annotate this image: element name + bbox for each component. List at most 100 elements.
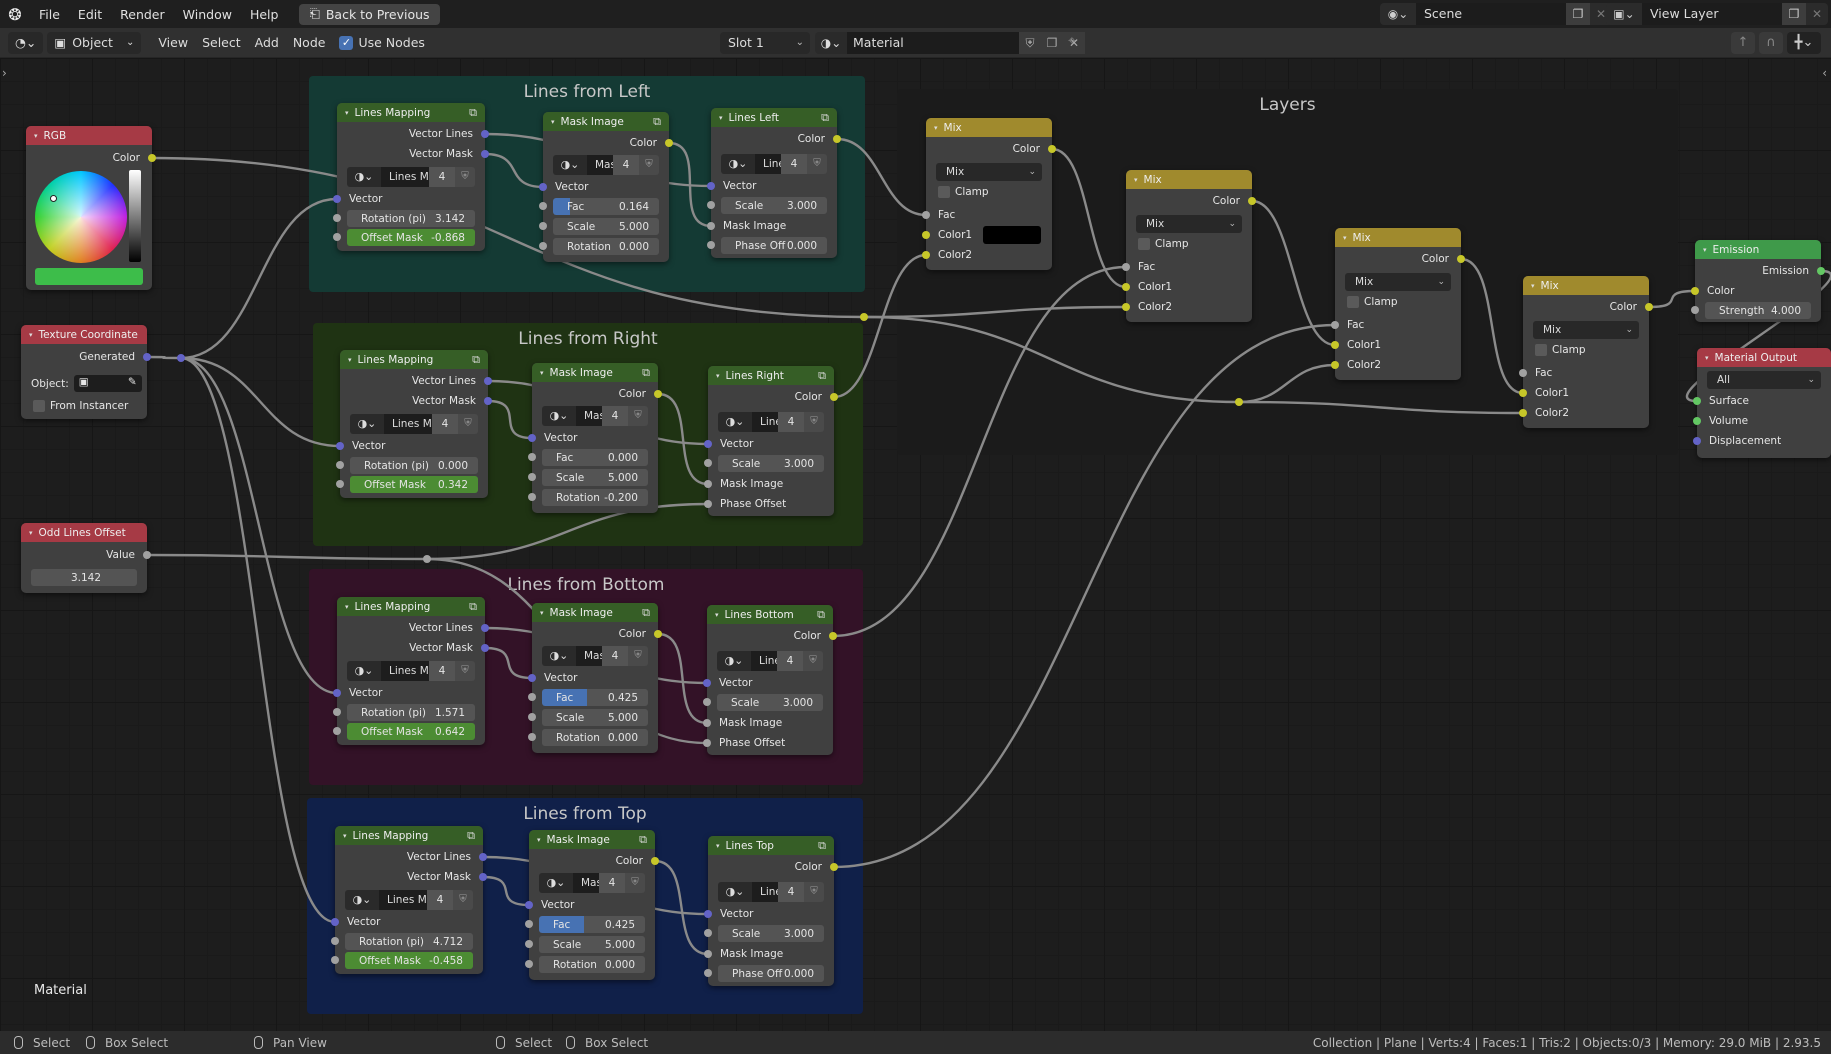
delete-view-layer-icon[interactable]: ✕ — [1806, 7, 1828, 21]
socket-vector-lines[interactable] — [479, 853, 487, 861]
rotation-field[interactable]: Rotation (pi) 0.000 — [350, 457, 478, 474]
node-header[interactable]: ▾ Mask Image ⧉ — [543, 112, 669, 131]
menu-window[interactable]: Window — [174, 7, 241, 22]
node-header[interactable]: ▾ Lines Bottom ⧉ — [707, 605, 833, 624]
scale-field[interactable]: Scale 5.000 — [553, 218, 659, 235]
node-group-icon[interactable]: ⧉ — [472, 353, 480, 367]
node-header[interactable]: ▾ Mix — [926, 118, 1052, 137]
fake-user-shield-icon[interactable]: ⛨ — [628, 646, 648, 666]
fake-user-shield-icon[interactable]: ⛨ — [455, 661, 475, 681]
user-count[interactable]: 4 — [602, 406, 628, 426]
socket-color1[interactable] — [922, 231, 930, 239]
menu-view[interactable]: View — [151, 32, 195, 54]
reroute-node[interactable] — [860, 313, 868, 321]
editor-type-dropdown[interactable]: ◔⌄ — [8, 31, 44, 54]
reroute-node[interactable] — [423, 555, 431, 563]
node-header[interactable]: ▾ Odd Lines Offset — [21, 523, 147, 542]
collapse-triangle-icon[interactable]: ▾ — [1134, 176, 1138, 184]
user-count[interactable]: 4 — [781, 154, 807, 174]
offset-mask-field[interactable]: Offset Mask 0.342 — [350, 476, 478, 493]
duplicate-scene-icon[interactable]: ❐ — [1566, 3, 1590, 25]
collapse-triangle-icon[interactable]: ▾ — [29, 331, 33, 339]
use-nodes-toggle[interactable]: ✓ Use Nodes — [332, 32, 431, 54]
blend-type-dropdown[interactable]: Mix ⌄ — [1533, 321, 1639, 339]
node-tree-icon[interactable]: ◑⌄ — [721, 154, 755, 174]
scale-field[interactable]: Scale 5.000 — [542, 709, 648, 726]
mix-node[interactable]: ▾ Mix Color Mix ⌄ Clamp Fac Color1 Color2 — [1122, 170, 1256, 322]
socket-color[interactable] — [665, 139, 673, 147]
datablock-name[interactable]: Lines — [751, 651, 777, 671]
socket-vector[interactable] — [525, 901, 533, 909]
color-swatch[interactable] — [35, 268, 143, 285]
mask-image-node[interactable]: ▾ Mask Image ⧉ Color ◑⌄Mas...4⛨ Vector Fac 0.00… — [528, 363, 662, 513]
node-group-icon[interactable]: ⧉ — [817, 608, 825, 622]
collapse-triangle-icon[interactable]: ▾ — [348, 356, 352, 364]
node-group-icon[interactable]: ⧉ — [639, 833, 647, 847]
menu-file[interactable]: File — [30, 7, 69, 22]
object-mode-dropdown[interactable]: ▣ Object ⌄ — [47, 31, 142, 54]
lines-mapping-node[interactable]: ▾ Lines Mapping ⧉ Vector Lines Vector Mask ◑⌄… — [331, 826, 487, 974]
lines-node[interactable]: ▾ Lines Left ⧉ Color ◑⌄Lines4⛨ Vector Scale 3.0… — [707, 108, 841, 258]
input-socket[interactable] — [539, 202, 547, 210]
mix-node[interactable]: ▾ Mix Color Mix ⌄ Clamp Fac Color1 Color2 — [922, 118, 1056, 270]
socket-vector-mask[interactable] — [484, 397, 492, 405]
blender-logo-icon[interactable]: ❂ — [0, 5, 30, 24]
lines-mapping-node[interactable]: ▾ Lines Mapping ⧉ Vector Lines Vector Mask ◑⌄… — [336, 350, 492, 498]
node-group-datablock[interactable]: ◑⌄Lines Ma...4⛨ — [347, 661, 475, 681]
scale-field[interactable]: Scale 3.000 — [718, 455, 824, 472]
node-group-datablock[interactable]: ◑⌄Lines4⛨ — [717, 651, 823, 671]
socket-vector[interactable] — [333, 689, 341, 697]
blend-type-dropdown[interactable]: Mix ⌄ — [936, 163, 1042, 181]
user-count[interactable]: 4 — [613, 155, 639, 175]
from-instancer-checkbox[interactable]: From Instancer — [33, 398, 128, 414]
datablock-name[interactable]: Lines — [752, 882, 778, 902]
node-header[interactable]: ▾ Material Output — [1697, 348, 1831, 367]
rotation-field[interactable]: Rotation (pi) 3.142 — [347, 210, 475, 227]
color1-swatch[interactable] — [983, 226, 1041, 244]
emission-node[interactable]: ▾ Emission Emission Color Strength 4.000 — [1691, 240, 1825, 322]
socket-fac[interactable] — [1519, 369, 1527, 377]
node-group-datablock[interactable]: ◑⌄Lines4⛨ — [718, 882, 824, 902]
user-count[interactable]: 4 — [778, 412, 804, 432]
input-socket[interactable] — [704, 929, 712, 937]
scale-field[interactable]: Scale 3.000 — [718, 925, 824, 942]
socket-vector[interactable] — [528, 674, 536, 682]
node-header[interactable]: ▾ Lines Left ⧉ — [711, 108, 837, 127]
node-group-datablock[interactable]: ◑⌄Mas...4⛨ — [542, 406, 648, 426]
socket-fac[interactable] — [922, 211, 930, 219]
fake-user-shield-icon[interactable]: ⛨ — [803, 651, 823, 671]
input-socket[interactable] — [528, 733, 536, 741]
collapse-triangle-icon[interactable]: ▾ — [34, 132, 38, 140]
socket-generated[interactable] — [143, 353, 151, 361]
value-field[interactable]: 3.142 — [31, 569, 137, 586]
snap-magnet-icon[interactable]: ∩ — [1759, 32, 1783, 54]
fake-user-shield-icon[interactable]: ⛨ — [807, 154, 827, 174]
node-header[interactable]: ▾ Texture Coordinate — [21, 325, 147, 344]
lines-mapping-node[interactable]: ▾ Lines Mapping ⧉ Vector Lines Vector Mask ◑⌄… — [333, 597, 489, 745]
menu-node[interactable]: Node — [286, 32, 333, 54]
node-tree-icon[interactable]: ◑⌄ — [539, 873, 573, 893]
socket-volume[interactable] — [1693, 417, 1701, 425]
value-slider[interactable] — [129, 170, 141, 262]
input-socket[interactable] — [336, 480, 344, 488]
collapse-triangle-icon[interactable]: ▾ — [540, 369, 544, 377]
socket-vector[interactable] — [707, 182, 715, 190]
socket-color2[interactable] — [1122, 303, 1130, 311]
input-socket[interactable] — [703, 698, 711, 706]
duplicate-view-layer-icon[interactable]: ❐ — [1782, 3, 1806, 25]
socket-color[interactable] — [1457, 255, 1465, 263]
datablock-name[interactable]: Lines — [755, 154, 781, 174]
socket-phase-offset[interactable] — [703, 739, 711, 747]
socket-vector[interactable] — [703, 679, 711, 687]
socket-surface[interactable] — [1693, 397, 1701, 405]
node-tree-icon[interactable]: ◑⌄ — [718, 412, 752, 432]
input-socket[interactable] — [704, 459, 712, 467]
socket-color1[interactable] — [1519, 389, 1527, 397]
collapse-triangle-icon[interactable]: ▾ — [345, 109, 349, 117]
socket-vector[interactable] — [539, 183, 547, 191]
color-wheel[interactable] — [35, 171, 127, 263]
fake-user-shield-icon[interactable]: ⛨ — [804, 882, 824, 902]
node-group-datablock[interactable]: ◑⌄Mas...4⛨ — [539, 873, 645, 893]
socket-color[interactable] — [651, 857, 659, 865]
input-socket[interactable] — [539, 222, 547, 230]
